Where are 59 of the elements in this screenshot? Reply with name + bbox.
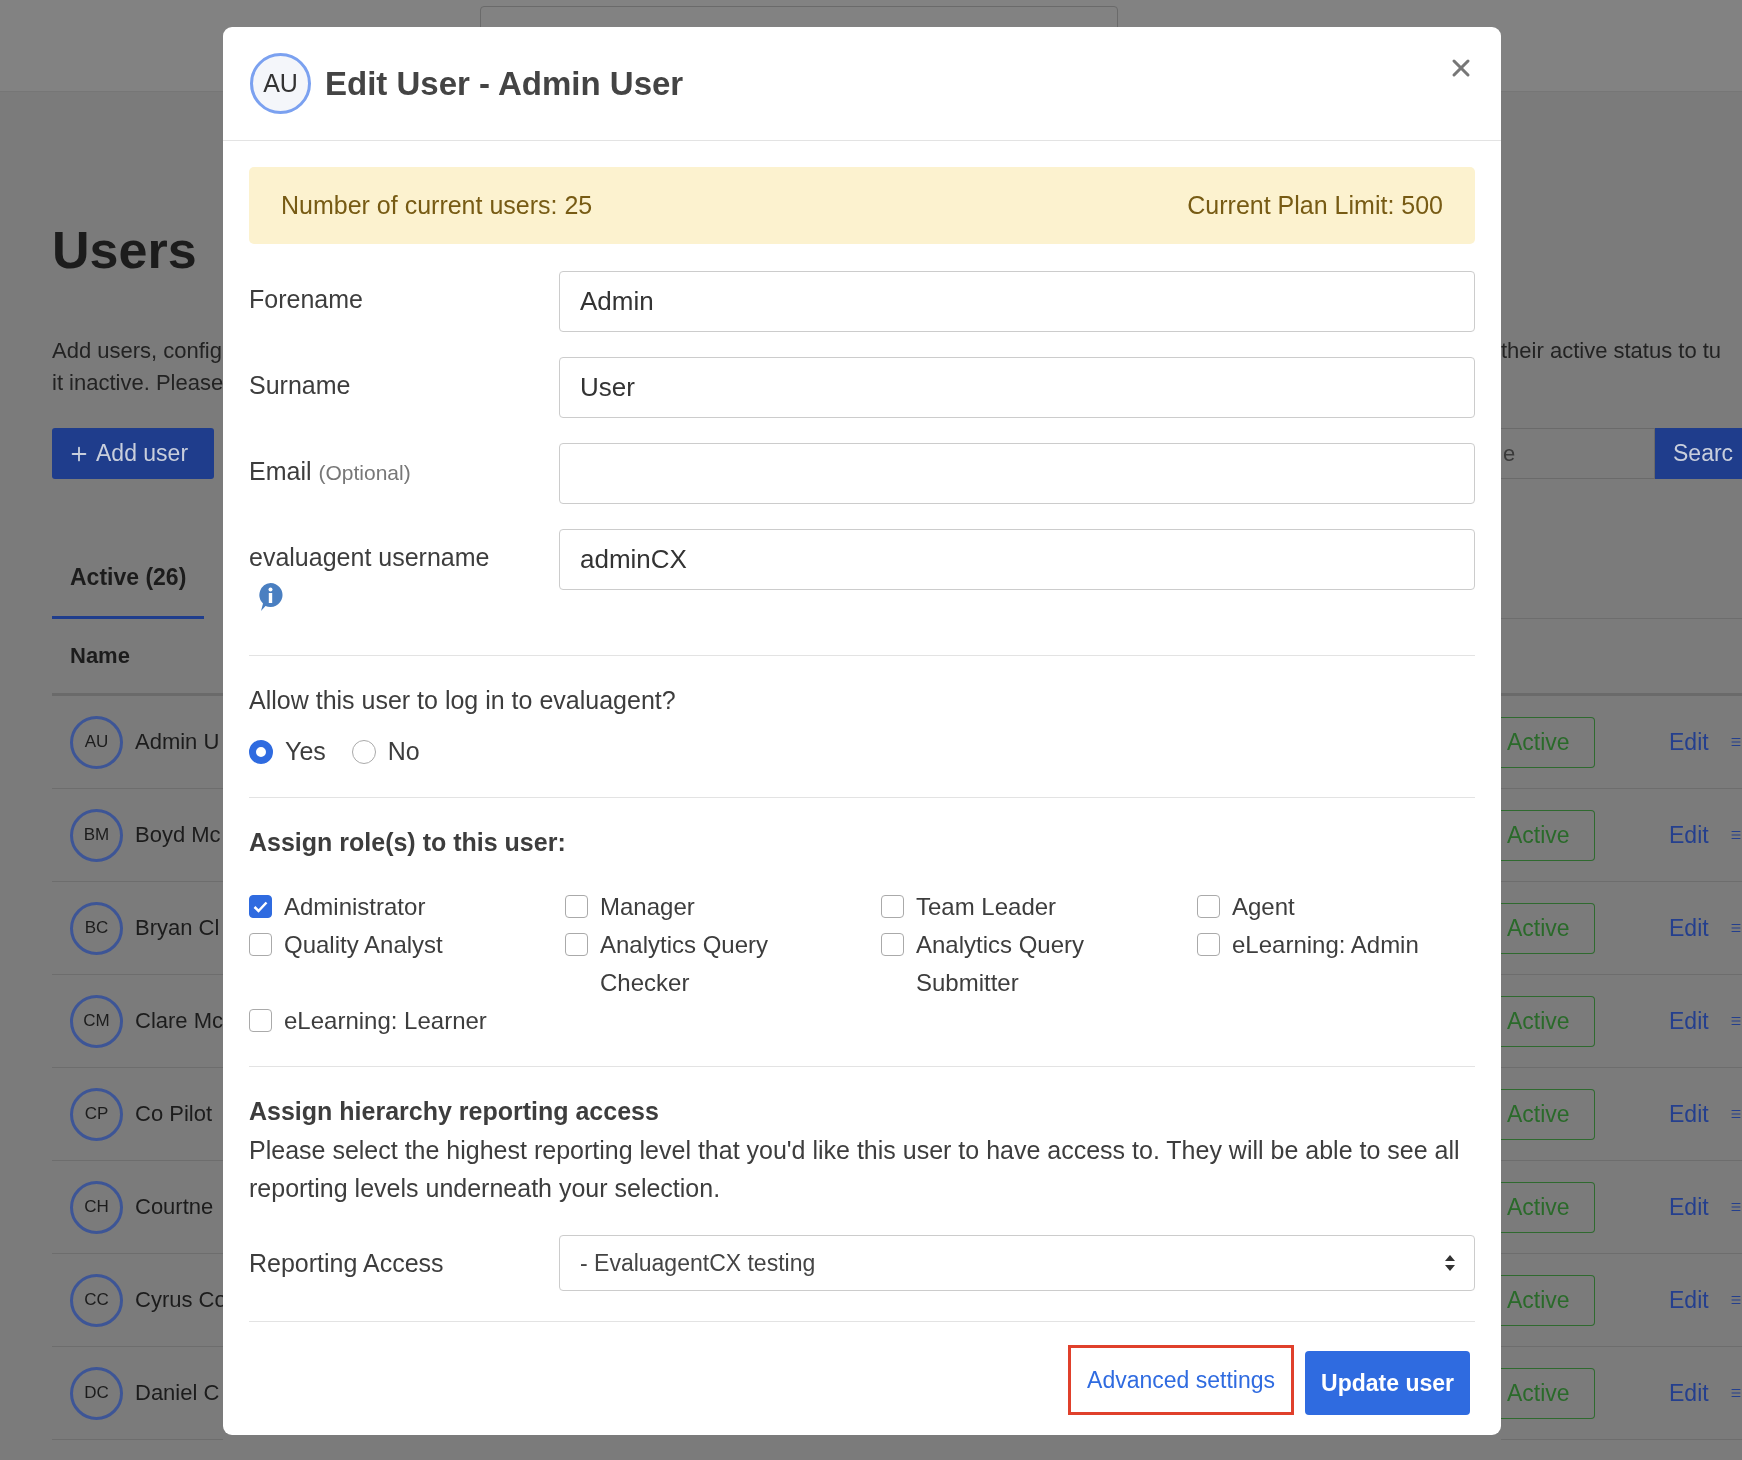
avatar: BC [70, 901, 123, 955]
role-checkbox[interactable]: eLearning: Learner [249, 1002, 565, 1040]
field-label: Surname [249, 371, 352, 400]
radio-option[interactable]: No [351, 737, 420, 766]
check-icon [253, 900, 268, 913]
user-name: Admin U [135, 729, 220, 755]
avatar: AU [250, 53, 311, 114]
sort-arrows-icon [1444, 1254, 1456, 1272]
question-text: Allow this user to log in to evaluagent? [249, 686, 677, 715]
user-name: Bryan Cl [135, 915, 220, 941]
avatar: CH [70, 1180, 123, 1234]
text-field[interactable]: Admin [559, 271, 1475, 332]
description-text: their active status to tu [1501, 337, 1723, 365]
user-name: Clare Mc [135, 1008, 223, 1034]
user-count-text: Number of current users: 25 [281, 191, 593, 220]
radio-option[interactable]: Yes [249, 737, 326, 766]
help-text: Please select the highest reporting level that you'd like this user to have access to. They will be able to see all reporting levels underneath your selection. [249, 1135, 1461, 1204]
search-field[interactable]: e [1501, 428, 1655, 479]
search-button[interactable]: Searc [1655, 428, 1742, 479]
user-name: Courtne [135, 1194, 214, 1220]
role-checkbox[interactable]: Analytics Query Checker [565, 926, 881, 1002]
role-checkbox[interactable]: Quality Analyst [249, 926, 565, 1002]
text-field[interactable]: adminCX [559, 529, 1475, 590]
text-field[interactable] [559, 443, 1475, 504]
field-label: Email (Optional) [249, 457, 412, 486]
page-title: Users [52, 220, 198, 280]
section-title: Assign role(s) to this user: [249, 828, 567, 857]
advanced-settings-link[interactable]: Advanced settings [1068, 1345, 1295, 1415]
column-header: Name [70, 643, 130, 669]
plan-limit-text: Current Plan Limit: 500 [1187, 191, 1443, 220]
reporting-access-select[interactable]: - EvaluagentCX testing [559, 1235, 1475, 1291]
role-checkbox[interactable]: Administrator [249, 888, 565, 926]
role-checkbox[interactable]: eLearning: Admin [1197, 926, 1473, 1002]
text-field[interactable]: User [559, 357, 1475, 418]
description-text: it inactive. Please [52, 369, 223, 397]
role-checkbox[interactable]: Agent [1197, 888, 1473, 926]
field-label: Reporting Access [249, 1248, 445, 1278]
role-checkbox[interactable]: Team Leader [881, 888, 1197, 926]
field-label: Forename [249, 285, 364, 314]
info-icon[interactable] [257, 582, 284, 612]
user-name: Co Pilot [135, 1101, 213, 1127]
avatar: BM [70, 808, 123, 862]
description-text: Add users, config [52, 337, 223, 365]
role-checkbox[interactable]: Manager [565, 888, 881, 926]
tab[interactable]: Active (26) [52, 539, 205, 619]
add-user-button[interactable]: Add user [52, 428, 214, 479]
user-name: Daniel C [135, 1380, 220, 1406]
user-name: Boyd Mc [135, 822, 221, 848]
field-label: evaluagent username [249, 543, 491, 572]
search-input[interactable]: e [1501, 440, 1654, 467]
dialog-title: Edit User - Admin User [325, 64, 685, 103]
role-checkbox[interactable]: Analytics Query Submitter [881, 926, 1197, 1002]
avatar: AU [70, 715, 123, 769]
section-title: Assign hierarchy reporting access [249, 1097, 660, 1126]
avatar: CC [70, 1273, 123, 1327]
avatar: CM [70, 994, 123, 1048]
avatar: DC [70, 1366, 123, 1420]
avatar: CP [70, 1087, 123, 1141]
update-user-button[interactable]: Update user [1305, 1351, 1470, 1415]
